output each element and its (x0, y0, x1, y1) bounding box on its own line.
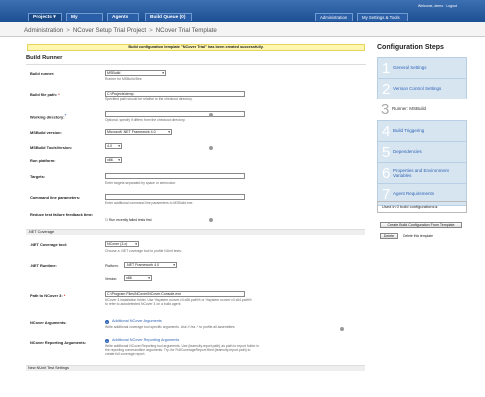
step-version-control[interactable]: 2 Version Control Settings (377, 78, 467, 101)
projects-tab[interactable]: Projects ▾ (28, 13, 62, 21)
ncover-reporting-link[interactable]: Additional NCover Reporting Arguments (112, 338, 179, 343)
working-directory-text: Working directory: (30, 114, 65, 120)
ncover-path-label: Path to NCover 3: * (30, 293, 65, 298)
agents-tab[interactable]: Agents (1) ▾ (107, 13, 139, 28)
step-dependencies[interactable]: 5 Dependencies (377, 141, 467, 164)
command-line-hint: Enter additional command line parameters… (105, 201, 194, 205)
breadcrumb-separator: > (149, 27, 153, 34)
msbuild-tools-version-label: MSBuild ToolsVersion: (30, 145, 73, 150)
command-line-label: Command line parameters: (30, 195, 81, 200)
step-runner: 3 Runner: MSBuild (377, 99, 467, 122)
configuration-steps-title: Configuration Steps (377, 44, 444, 51)
top-navigation: Projects ▾ My Changes Agents (1) ▾ Build… (0, 0, 485, 28)
delete-template-text: Delete this template (403, 234, 433, 238)
info-icon[interactable] (209, 218, 213, 222)
step-label: Version Control Settings (393, 86, 442, 91)
msbuild-version-select[interactable]: Microsoft .NET Framework 4.0 (105, 129, 172, 135)
reduce-failure-label: Reduce test failure feedback time: (30, 212, 94, 217)
msbuild-version-label: MSBuild version: (30, 130, 62, 135)
welcome-text: Welcome, demo · Logout (417, 4, 457, 8)
add-icon: + (105, 339, 109, 343)
coverage-tool-hint: Choose a .NET coverage tool to profile N… (105, 249, 182, 253)
recently-failed-checkbox-label: Run recently failed tests first (108, 218, 152, 222)
working-directory-hint: Optional, specify if differs from the ch… (105, 118, 186, 122)
ncover-reporting-hint: create full coverage report. (105, 352, 146, 356)
step-number: 2 (382, 81, 391, 98)
step-properties[interactable]: 6 Properties and Environment Variables (377, 162, 467, 185)
breadcrumb-project[interactable]: NCover Setup Trial Project (73, 27, 146, 34)
create-build-configuration-button[interactable]: Create Build Configuration From Template (380, 222, 462, 228)
step-number: 3 (381, 101, 390, 118)
build-file-path-text: Build file path: (30, 92, 58, 97)
step-number: 6 (382, 165, 391, 182)
build-runner-title: Build Runner (26, 55, 63, 61)
breadcrumb-template: NCover Trial Template (155, 27, 217, 34)
required-mark: * (63, 293, 66, 298)
breadcrumb: Administration > NCover Setup Trial Projec… (24, 27, 217, 34)
step-label: Properties and Environment Variables (393, 168, 449, 178)
administration-tab[interactable]: Administration (315, 13, 353, 21)
my-changes-tab[interactable]: My Changes (66, 13, 103, 28)
build-runner-hint: Runner for MSBuild files (105, 77, 142, 81)
delete-button[interactable]: Delete (380, 233, 398, 239)
runtime-version-select[interactable]: x86 (124, 275, 152, 281)
ncover-path-text: Path to NCover 3: (30, 293, 63, 298)
ncover-path-hint: to refer to autodetected NCover 3 on a b… (105, 302, 181, 306)
breadcrumb-admin[interactable]: Administration (24, 27, 63, 34)
ncover-arguments-hint: Write additional coverage tool specific … (105, 325, 235, 329)
step-number: 7 (382, 186, 391, 203)
build-runner-select[interactable]: MSBuild (105, 70, 166, 76)
command-line-input[interactable] (105, 194, 245, 200)
coverage-tool-select[interactable]: NCover (3.x) (105, 241, 139, 247)
step-number: 4 (382, 123, 391, 140)
step-number: 5 (382, 144, 391, 161)
recently-failed-checkbox[interactable]: ☐ Run recently failed tests first (105, 218, 152, 222)
build-queue-tab[interactable]: Build Queue (0) (145, 13, 192, 21)
required-mark: * (58, 92, 60, 97)
info-icon[interactable] (209, 113, 213, 117)
working-directory-label: Working directory:? (30, 113, 66, 119)
step-label: Dependencies (393, 149, 422, 154)
step-number: 1 (382, 60, 391, 77)
step-label: General Settings (393, 65, 427, 70)
breadcrumb-bar: Administration > NCover Setup Trial Projec… (0, 22, 485, 37)
ncover-reporting-label: NCover Reporting Arguments: (30, 340, 87, 345)
add-icon: + (105, 320, 109, 324)
run-platform-select[interactable]: x86 (105, 157, 122, 163)
info-icon[interactable] (209, 146, 213, 150)
net-runtime-label: .NET Runtime: (30, 263, 57, 268)
welcome-label: Welcome, demo (417, 4, 444, 8)
my-settings-tab[interactable]: My Settings & Tools (357, 13, 408, 21)
run-platform-label: Run platform: (30, 158, 56, 163)
success-notice: Build configuration template "NCover Tri… (27, 44, 365, 51)
step-label: Build Triggering (393, 128, 425, 133)
used-in-summary[interactable]: Used in 0 build configurations ▸ (377, 201, 467, 213)
step-build-triggering[interactable]: 4 Build Triggering (377, 120, 467, 143)
net-coverage-header: .NET Coverage (26, 229, 365, 235)
build-file-path-hint: Specified path should be relative to the… (105, 97, 193, 101)
coverage-tool-label: .NET Coverage tool: (30, 242, 68, 247)
ncover-arguments-label: NCover Arguments: (30, 320, 67, 325)
targets-label: Targets: (30, 174, 46, 179)
help-icon[interactable]: ? (65, 113, 67, 117)
step-label: Runner: MSBuild (392, 106, 427, 111)
ncover-arguments-link[interactable]: Additional NCover Arguments (112, 319, 162, 324)
msbuild-tools-version-select[interactable]: 4.0 (105, 143, 122, 149)
targets-hint: Enter targets separated by space or semi… (105, 181, 177, 185)
step-label: Agent Requirements (393, 191, 435, 196)
runtime-platform-select[interactable]: .NET Framework 4.0 (124, 262, 177, 268)
working-directory-input[interactable] (105, 111, 245, 117)
targets-input[interactable] (105, 173, 245, 179)
ncover-path-input[interactable]: C:\Program Files\NCover\NCover.Console.e… (105, 291, 245, 297)
build-file-path-label: Build file path: * (30, 92, 60, 97)
platform-label: Platform: (105, 264, 119, 268)
logout-link[interactable]: Logout (446, 4, 457, 8)
step-general-settings[interactable]: 1 General Settings (377, 57, 467, 80)
info-icon[interactable] (340, 327, 344, 331)
build-runner-label: Build runner: (30, 71, 55, 76)
section-divider (26, 64, 366, 65)
version-label: Version: (105, 277, 118, 281)
breadcrumb-separator: > (66, 27, 70, 34)
nunit-settings-header: New NUnit Test Settings (26, 365, 365, 371)
